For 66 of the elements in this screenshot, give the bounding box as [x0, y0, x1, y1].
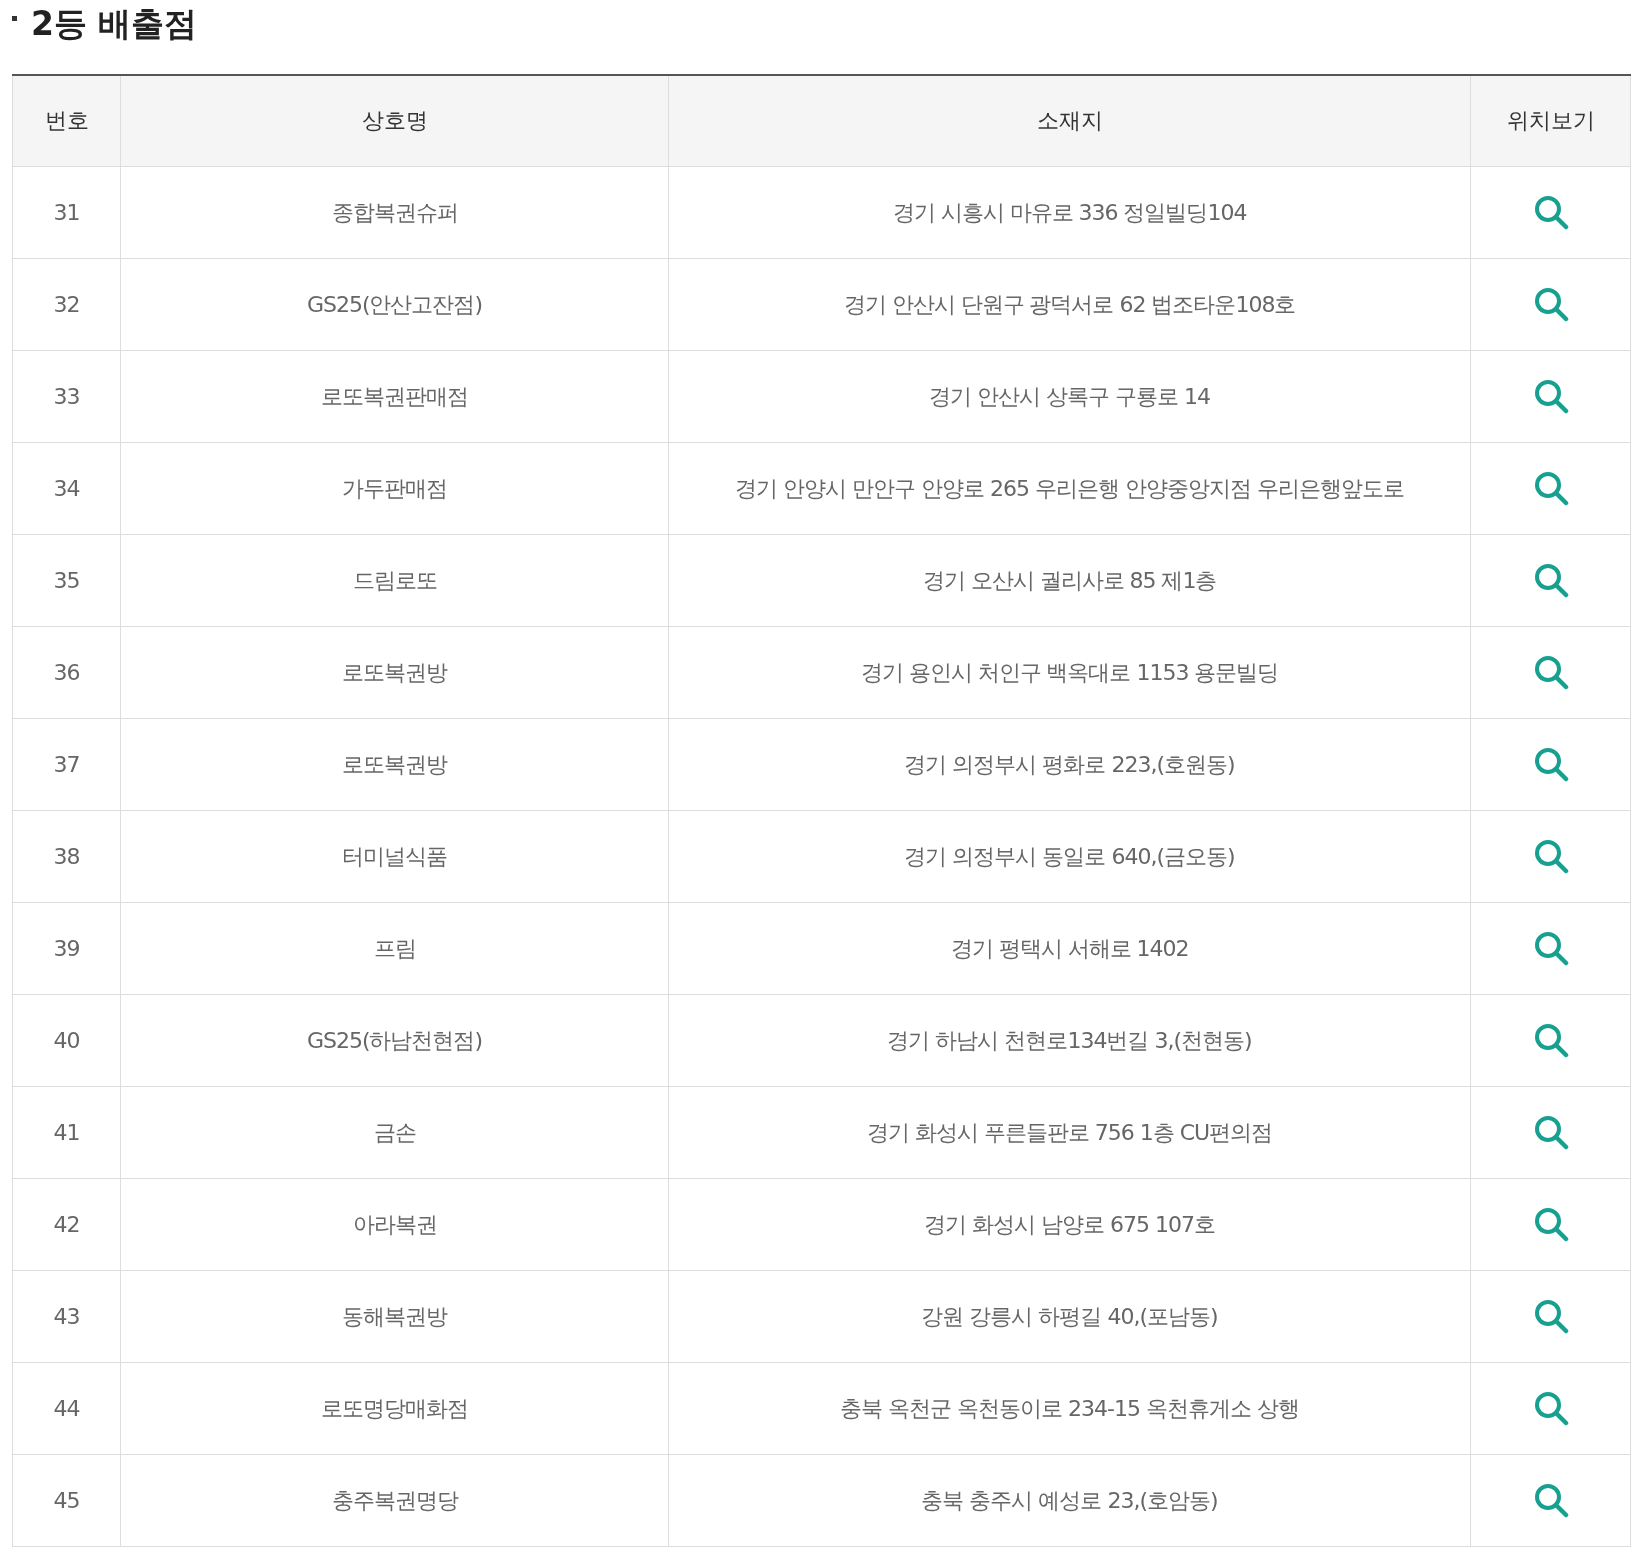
table-cell: 프림 [120, 902, 669, 994]
table-cell: 41 [12, 1086, 121, 1178]
search-icon[interactable] [1532, 1114, 1569, 1150]
table-cell: GS25(안산고잔점) [120, 258, 669, 350]
search-icon[interactable] [1532, 470, 1569, 506]
table-cell: 35 [12, 534, 121, 626]
table-cell: 경기 안양시 만안구 안양로 265 우리은행 안양중앙지점 우리은행앞도로 [668, 442, 1471, 534]
table-cell: 경기 용인시 처인구 백옥대로 1153 용문빌딩 [668, 626, 1471, 718]
table-cell: 경기 안산시 단원구 광덕서로 62 법조타운108호 [668, 258, 1471, 350]
search-icon[interactable] [1532, 1206, 1569, 1242]
search-icon[interactable] [1532, 378, 1569, 414]
table-cell: 44 [12, 1362, 121, 1454]
column-header: 상호명 [120, 75, 669, 166]
table-cell: 경기 시흥시 마유로 336 정일빌딩104 [668, 166, 1471, 258]
search-icon[interactable] [1532, 1022, 1569, 1058]
search-icon[interactable] [1532, 746, 1569, 782]
table-cell: 동해복권방 [120, 1270, 669, 1362]
search-icon[interactable] [1532, 562, 1569, 598]
table-cell: 경기 화성시 푸른들판로 756 1층 CU편의점 [668, 1086, 1471, 1178]
table-cell: 36 [12, 626, 121, 718]
table-cell: 로또복권판매점 [120, 350, 669, 442]
table-cell: 31 [12, 166, 121, 258]
table-cell: 가두판매점 [120, 442, 669, 534]
table-cell: 32 [12, 258, 121, 350]
search-icon[interactable] [1532, 194, 1569, 230]
section-title: 2등 배출점 [31, 4, 198, 44]
column-header: 위치보기 [1470, 75, 1631, 166]
table-cell: 경기 안산시 상록구 구룡로 14 [668, 350, 1471, 442]
table-cell: 경기 의정부시 동일로 640,(금오동) [668, 810, 1471, 902]
table-cell: 경기 의정부시 평화로 223,(호원동) [668, 718, 1471, 810]
table-cell: 로또복권방 [120, 626, 669, 718]
table-cell: 38 [12, 810, 121, 902]
search-icon[interactable] [1532, 286, 1569, 322]
column-header: 소재지 [668, 75, 1471, 166]
table-cell: 33 [12, 350, 121, 442]
table-cell: 경기 평택시 서해로 1402 [668, 902, 1471, 994]
table-cell: 34 [12, 442, 121, 534]
table-cell: 42 [12, 1178, 121, 1270]
table-cell: 37 [12, 718, 121, 810]
search-icon[interactable] [1532, 1390, 1569, 1426]
search-icon[interactable] [1532, 1482, 1569, 1518]
table-cell: 로또명당매화점 [120, 1362, 669, 1454]
table-cell: 강원 강릉시 하평길 40,(포남동) [668, 1270, 1471, 1362]
table-cell: 로또복권방 [120, 718, 669, 810]
search-icon[interactable] [1532, 1298, 1569, 1334]
bullet-icon [12, 16, 17, 21]
column-header: 번호 [12, 75, 121, 166]
table-cell: 터미널식품 [120, 810, 669, 902]
table-cell: 충주복권명당 [120, 1454, 669, 1546]
search-icon[interactable] [1532, 654, 1569, 690]
table-cell: 경기 하남시 천현로134번길 3,(천현동) [668, 994, 1471, 1086]
table-cell: 금손 [120, 1086, 669, 1178]
table-cell: 경기 화성시 남양로 675 107호 [668, 1178, 1471, 1270]
table-cell: 종합복권슈퍼 [120, 166, 669, 258]
table-cell: 충북 옥천군 옥천동이로 234-15 옥천휴게소 상행 [668, 1362, 1471, 1454]
table-cell: 충북 충주시 예성로 23,(호암동) [668, 1454, 1471, 1546]
table-cell: 45 [12, 1454, 121, 1546]
table-cell: 드림로또 [120, 534, 669, 626]
table-cell: 아라복권 [120, 1178, 669, 1270]
table-cell: 39 [12, 902, 121, 994]
table-cell: 경기 오산시 궐리사로 85 제1층 [668, 534, 1471, 626]
table-cell: 43 [12, 1270, 121, 1362]
search-icon[interactable] [1532, 838, 1569, 874]
table-cell: GS25(하남천현점) [120, 994, 669, 1086]
table-cell: 40 [12, 994, 121, 1086]
search-icon[interactable] [1532, 930, 1569, 966]
